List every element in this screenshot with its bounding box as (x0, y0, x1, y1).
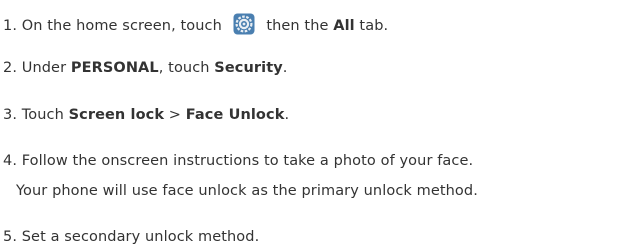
step-text: then the (261, 18, 334, 34)
step-2: 2. Under PERSONAL, touch Security. (3, 58, 288, 78)
settings-icon (233, 13, 255, 35)
step-text: . (284, 107, 290, 123)
step-number: 4. (3, 153, 22, 169)
step-5: 5. Set a secondary unlock method. (3, 227, 259, 247)
step-number: 2. (3, 60, 22, 76)
security-label: Security (214, 60, 283, 76)
step-3: 3. Touch Screen lock > Face Unlock. (3, 105, 289, 125)
step-4: 4. Follow the onscreen instructions to t… (3, 151, 473, 171)
step-number: 1. (3, 18, 22, 34)
step-text: On the home screen, touch (21, 18, 227, 34)
step-text: Touch (21, 107, 69, 123)
step-separator: > (164, 107, 186, 123)
instruction-document: 1. On the home screen, touch then the Al… (0, 0, 628, 248)
step-text: . (282, 60, 288, 76)
step-text: , touch (158, 60, 215, 76)
step-text: tab. (354, 18, 389, 34)
step-text: Follow the onscreen instructions to take… (21, 153, 474, 169)
screen-lock-label: Screen lock (68, 107, 165, 123)
step-text: Under (21, 60, 71, 76)
step-number: 5. (3, 229, 22, 245)
step-4-note: Your phone will use face unlock as the p… (16, 183, 478, 199)
step-text: Set a secondary unlock method. (21, 229, 260, 245)
all-tab-label: All (333, 18, 355, 34)
step-1: 1. On the home screen, touch then the Al… (3, 13, 388, 36)
step-number: 3. (3, 107, 22, 123)
face-unlock-label: Face Unlock (185, 107, 285, 123)
personal-label: PERSONAL (70, 60, 159, 76)
